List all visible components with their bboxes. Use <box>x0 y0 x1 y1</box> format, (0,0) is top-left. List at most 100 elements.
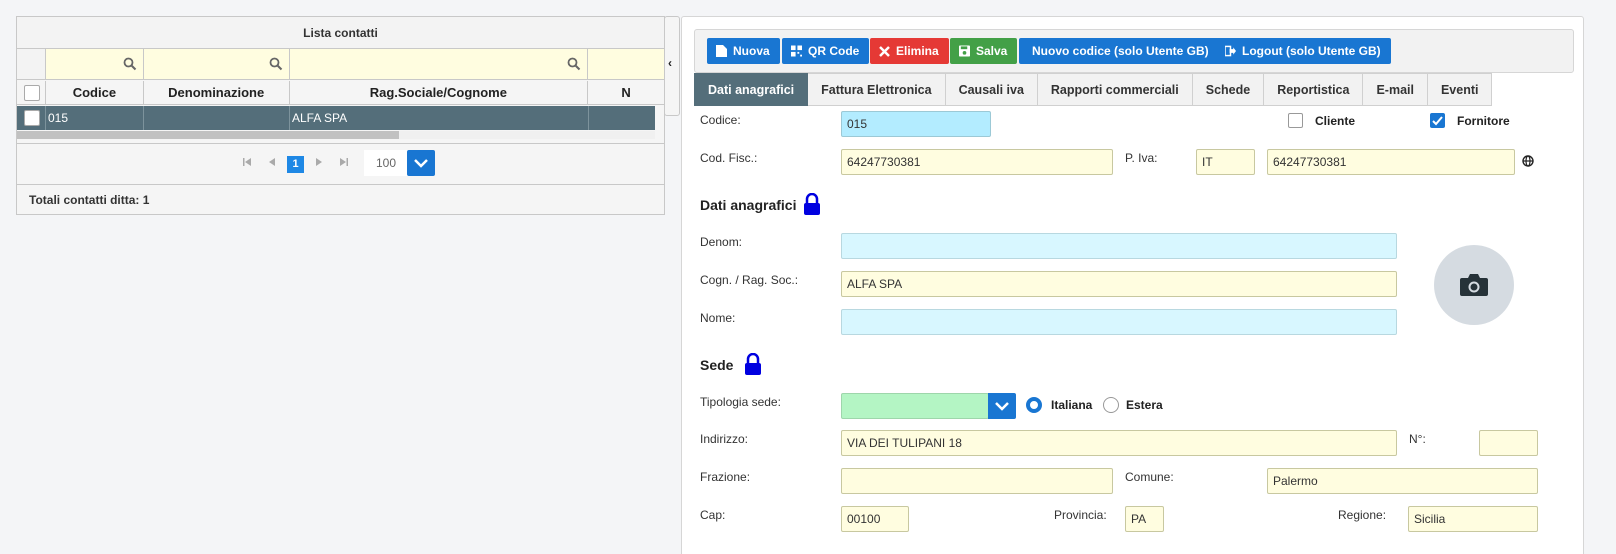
qr-code-button[interactable]: QR Code <box>782 38 870 64</box>
comune-field[interactable]: Palermo <box>1267 468 1538 494</box>
filter-codice[interactable] <box>45 49 144 79</box>
filter-cell-select <box>17 49 46 79</box>
provincia-label: Provincia: <box>1054 508 1107 522</box>
piva-field[interactable]: 64247730381 <box>1267 149 1515 175</box>
cell-extra <box>589 106 655 130</box>
filter-extra[interactable] <box>588 49 664 79</box>
comune-label: Comune: <box>1125 470 1174 484</box>
last-page-icon[interactable] <box>339 157 349 167</box>
estera-label: Estera <box>1126 398 1163 412</box>
chevron-down-icon <box>414 159 428 168</box>
search-icon <box>123 57 137 71</box>
action-toolbar: Nuova QR Code Elimina Salva Nuovo codice… <box>694 29 1574 73</box>
cognome-field[interactable]: ALFA SPA <box>841 271 1397 297</box>
tab-fattura-elettronica[interactable]: Fattura Elettronica <box>808 73 946 106</box>
camera-icon <box>1460 274 1488 296</box>
nome-label: Nome: <box>700 311 736 325</box>
page-size-value[interactable]: 100 <box>364 150 408 176</box>
numero-field[interactable] <box>1479 430 1538 456</box>
row-select-cell <box>17 106 46 130</box>
first-page-icon[interactable] <box>242 157 252 167</box>
column-header-rag-sociale[interactable]: Rag.Sociale/Cognome <box>290 81 589 104</box>
photo-upload-button[interactable] <box>1434 245 1514 325</box>
tab-dati-anagrafici[interactable]: Dati anagrafici <box>694 73 809 106</box>
cap-label: Cap: <box>700 508 726 522</box>
tab-schede[interactable]: Schede <box>1192 73 1265 106</box>
chevron-down-icon <box>995 402 1009 411</box>
frazione-label: Frazione: <box>700 470 751 484</box>
cap-field[interactable]: 00100 <box>841 506 909 532</box>
tab-reportistica[interactable]: Reportistica <box>1264 73 1364 106</box>
new-code-button[interactable]: Nuovo codice (solo Utente GB) <box>1019 38 1219 64</box>
codfisc-field[interactable]: 64247730381 <box>841 149 1113 175</box>
lock-icon[interactable] <box>803 193 821 215</box>
cliente-checkbox[interactable] <box>1288 113 1303 128</box>
collapse-panel-button[interactable]: ‹ <box>664 16 680 116</box>
tab-eventi[interactable]: Eventi <box>1427 73 1493 106</box>
estera-radio[interactable] <box>1103 397 1119 413</box>
delete-button-label: Elimina <box>896 44 939 58</box>
table-row[interactable]: 015 ALFA SPA <box>17 106 655 130</box>
cliente-label: Cliente <box>1315 114 1356 128</box>
codfisc-label: Cod. Fisc.: <box>700 151 758 165</box>
totals-label: Totali contatti ditta: 1 <box>29 193 150 207</box>
globe-icon[interactable] <box>1522 155 1534 167</box>
prev-page-icon[interactable] <box>267 157 277 167</box>
next-page-icon[interactable] <box>314 157 324 167</box>
column-header-denominazione[interactable]: Denominazione <box>144 81 290 104</box>
numero-label: N°: <box>1409 432 1426 446</box>
save-button-label: Salva <box>976 44 1008 58</box>
frazione-field[interactable] <box>841 468 1113 494</box>
tab-rapporti-commerciali[interactable]: Rapporti commerciali <box>1037 73 1193 106</box>
scrollbar-thumb[interactable] <box>17 131 399 139</box>
contacts-list-title: Lista contatti <box>17 17 664 49</box>
select-all-checkbox[interactable] <box>24 85 40 101</box>
filter-rag-sociale[interactable] <box>289 49 589 79</box>
section-dati-anagrafici: Dati anagrafici <box>700 197 797 213</box>
contact-detail-panel: Nuova QR Code Elimina Salva Nuovo codice… <box>681 16 1584 554</box>
file-icon <box>716 45 727 57</box>
page-size-dropdown[interactable] <box>407 150 435 176</box>
lock-icon[interactable] <box>744 353 762 375</box>
tipologia-select[interactable] <box>841 393 989 419</box>
qr-code-button-label: QR Code <box>808 44 860 58</box>
piva-country-field[interactable]: IT <box>1196 149 1255 175</box>
tab-email[interactable]: E-mail <box>1363 73 1428 106</box>
piva-label: P. Iva: <box>1125 151 1158 165</box>
tipologia-label: Tipologia sede: <box>700 395 781 409</box>
save-button[interactable]: Salva <box>950 38 1018 64</box>
new-code-button-label: Nuovo codice (solo Utente GB) <box>1032 44 1209 58</box>
current-page[interactable]: 1 <box>287 156 304 173</box>
provincia-field[interactable]: PA <box>1125 506 1164 532</box>
new-button[interactable]: Nuova <box>707 38 780 64</box>
filter-denominazione[interactable] <box>143 49 290 79</box>
italiana-label: Italiana <box>1051 398 1093 412</box>
check-icon <box>1432 116 1443 126</box>
denom-label: Denom: <box>700 235 743 249</box>
tab-causali-iva[interactable]: Causali iva <box>945 73 1038 106</box>
indirizzo-field[interactable]: VIA DEI TULIPANI 18 <box>841 430 1397 456</box>
fornitore-checkbox[interactable] <box>1430 113 1445 128</box>
column-header-codice[interactable]: Codice <box>46 81 144 104</box>
regione-field[interactable]: Sicilia <box>1408 506 1538 532</box>
indirizzo-label: Indirizzo: <box>700 432 749 446</box>
italiana-radio[interactable] <box>1026 397 1042 413</box>
contacts-list-panel: Lista contatti Codice Denominazione Rag.… <box>16 16 665 215</box>
cell-codice: 015 <box>46 106 144 130</box>
pagination: 1 100 <box>17 143 664 185</box>
grid-header: Codice Denominazione Rag.Sociale/Cognome… <box>17 81 664 105</box>
fornitore-label: Fornitore <box>1457 114 1510 128</box>
denom-field[interactable] <box>841 233 1397 259</box>
row-checkbox[interactable] <box>24 110 40 126</box>
close-icon <box>879 46 890 57</box>
column-header-extra[interactable]: N <box>588 81 664 104</box>
cell-denominazione <box>144 106 290 130</box>
logout-button[interactable]: Logout (solo Utente GB) <box>1216 38 1391 64</box>
tipologia-dropdown-button[interactable] <box>988 393 1016 419</box>
qrcode-icon <box>791 45 802 57</box>
horizontal-scrollbar[interactable] <box>17 131 655 139</box>
delete-button[interactable]: Elimina <box>870 38 949 64</box>
nome-field[interactable] <box>841 309 1397 335</box>
codice-field[interactable]: 015 <box>841 111 991 137</box>
regione-label: Regione: <box>1338 508 1387 522</box>
